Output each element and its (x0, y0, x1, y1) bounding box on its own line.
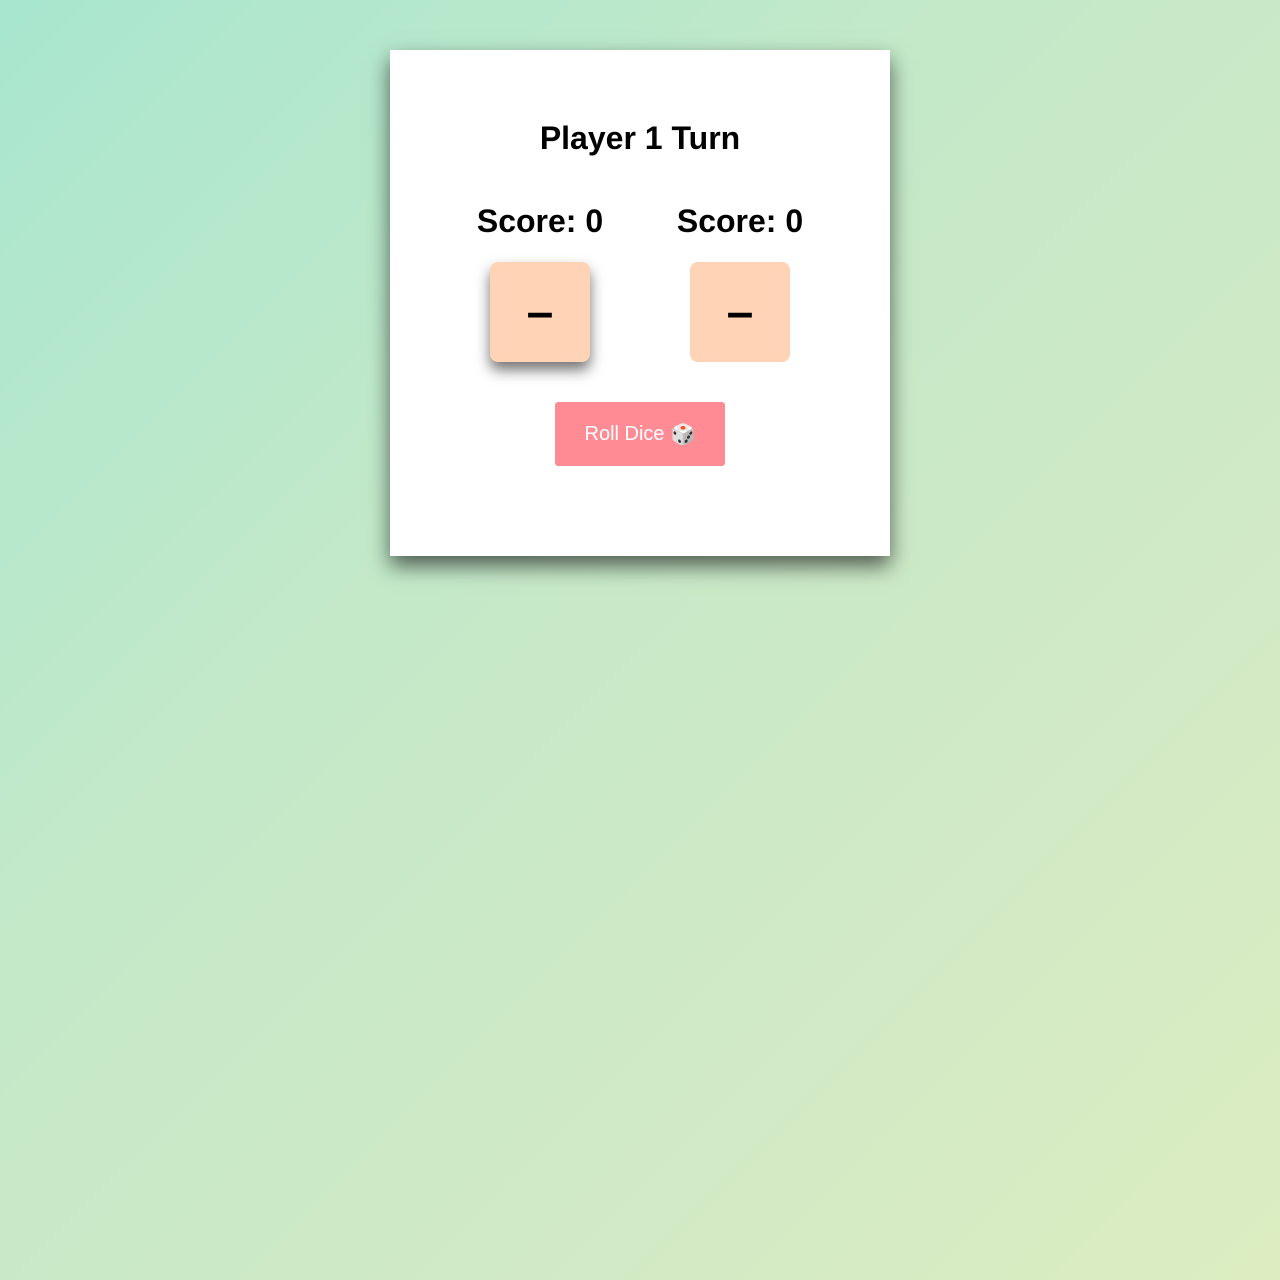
roll-dice-button[interactable]: Roll Dice 🎲 (555, 402, 725, 466)
roll-dice-label: Roll Dice (584, 422, 665, 445)
player-2-score: Score: 0 (676, 203, 804, 239)
player-1-die: – (490, 262, 590, 362)
player-1-score: Score: 0 (476, 203, 604, 239)
dice-icon: 🎲 (670, 423, 696, 446)
player-1-panel: Score: 0 – (440, 200, 640, 362)
player-2-panel: Score: 0 – (640, 200, 840, 362)
turn-title: Player 1 Turn (539, 120, 741, 156)
player-2-die: – (690, 262, 790, 362)
game-card: Player 1 Turn Score: 0 – Score: 0 – Roll… (390, 50, 890, 556)
